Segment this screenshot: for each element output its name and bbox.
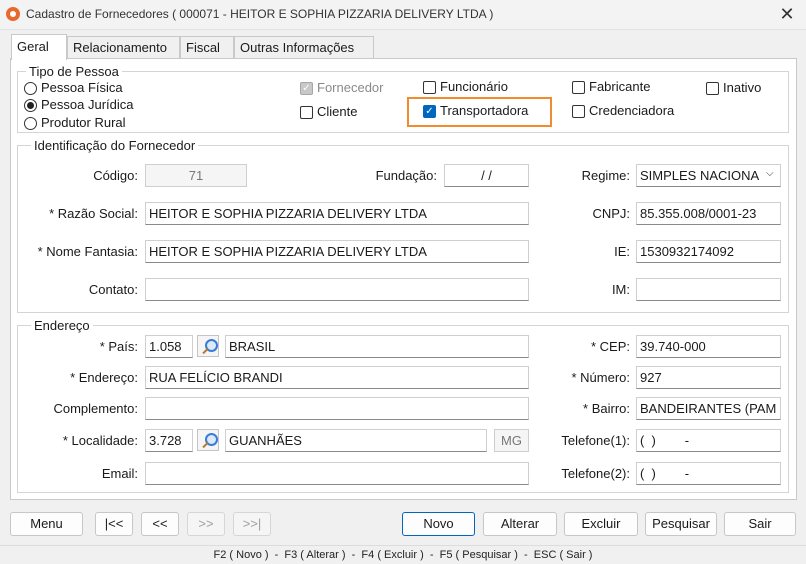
bairro-field[interactable]: BANDEIRANTES (PAM — [636, 397, 781, 420]
pessoa-fisica-radio[interactable] — [24, 82, 37, 95]
inativo-label[interactable]: Inativo — [723, 80, 761, 95]
sair-button[interactable]: Sair — [724, 512, 796, 536]
funcionario-checkbox[interactable] — [423, 81, 436, 94]
close-window-button[interactable]: ✕ — [772, 2, 802, 26]
credenciadora-label[interactable]: Credenciadora — [589, 103, 674, 118]
pessoa-juridica-radio[interactable] — [24, 99, 37, 112]
pessoa-juridica-label[interactable]: Pessoa Jurídica — [41, 97, 134, 112]
shortcut-status-bar: F2 ( Novo ) - F3 ( Alterar ) - F4 ( Excl… — [0, 545, 806, 564]
cliente-checkbox[interactable] — [300, 106, 313, 119]
numero-label: * Número: — [571, 370, 630, 385]
nome-fantasia-label: * Nome Fantasia: — [37, 244, 138, 259]
bairro-label: * Bairro: — [583, 401, 630, 416]
next-record-button[interactable]: >> — [187, 512, 225, 536]
endereco-legend: Endereço — [31, 318, 93, 333]
pais-search-icon[interactable] — [197, 335, 219, 357]
tab-geral[interactable]: Geral — [11, 34, 67, 60]
produtor-rural-radio[interactable] — [24, 117, 37, 130]
produtor-rural-label[interactable]: Produtor Rural — [41, 115, 126, 130]
window-title: Cadastro de Fornecedores ( 000071 - HEIT… — [26, 7, 494, 21]
contato-field[interactable] — [145, 278, 529, 301]
funcionario-label[interactable]: Funcionário — [440, 79, 508, 94]
first-record-button[interactable]: |<< — [95, 512, 133, 536]
email-label: Email: — [101, 466, 138, 481]
fornecedor-checkbox: ✓ — [300, 82, 313, 95]
pesquisar-button[interactable]: Pesquisar — [645, 512, 717, 536]
complemento-label: Complemento: — [53, 401, 138, 416]
localidade-label: * Localidade: — [62, 433, 138, 448]
razao-social-field[interactable]: HEITOR E SOPHIA PIZZARIA DELIVERY LTDA — [145, 202, 529, 225]
identificacao-legend: Identificação do Fornecedor — [31, 138, 199, 153]
tipo-pessoa-legend: Tipo de Pessoa — [26, 64, 122, 79]
transportadora-checkbox[interactable]: ✓ — [423, 105, 436, 118]
transportadora-label[interactable]: Transportadora — [440, 103, 528, 118]
endereco-label: * Endereço: — [70, 370, 138, 385]
uf-field: MG — [494, 429, 529, 452]
tab-relacionamento[interactable]: Relacionamento — [67, 36, 180, 58]
cep-label: * CEP: — [590, 339, 630, 354]
menu-button[interactable]: Menu — [10, 512, 83, 536]
novo-button[interactable]: Novo — [402, 512, 475, 536]
tab-outras-informacoes[interactable]: Outras Informações — [234, 36, 374, 58]
numero-field[interactable]: 927 — [636, 366, 781, 389]
contato-label: Contato: — [88, 282, 138, 297]
telefone2-label: Telefone(2): — [561, 466, 630, 481]
tab-fiscal[interactable]: Fiscal — [180, 36, 234, 58]
telefone1-label: Telefone(1): — [561, 433, 630, 448]
pais-code-field[interactable]: 1.058 — [145, 335, 193, 358]
codigo-label: Código: — [93, 168, 138, 183]
ie-label: IE: — [614, 244, 630, 259]
fabricante-label[interactable]: Fabricante — [589, 79, 650, 94]
pessoa-fisica-label[interactable]: Pessoa Física — [41, 80, 123, 95]
telefone2-field[interactable]: ( ) - — [636, 462, 781, 485]
regime-select[interactable]: SIMPLES NACIONA — [636, 164, 781, 187]
fundacao-field[interactable]: / / — [444, 164, 529, 187]
ie-field[interactable]: 1530932174092 — [636, 240, 781, 263]
cliente-label[interactable]: Cliente — [317, 104, 357, 119]
pais-name-field: BRASIL — [225, 335, 529, 358]
complemento-field[interactable] — [145, 397, 529, 420]
fornecedor-label: Fornecedor — [317, 80, 384, 95]
credenciadora-checkbox[interactable] — [572, 105, 585, 118]
im-field[interactable] — [636, 278, 781, 301]
chevron-down-icon[interactable]: ⌵ — [766, 168, 774, 179]
pais-label: * País: — [99, 339, 138, 354]
last-record-button[interactable]: >>| — [233, 512, 271, 536]
endereco-field[interactable]: RUA FELÍCIO BRANDI — [145, 366, 529, 389]
im-label: IM: — [611, 282, 630, 297]
telefone1-field[interactable]: ( ) - — [636, 429, 781, 452]
localidade-code-field[interactable]: 3.728 — [145, 429, 193, 452]
fabricante-checkbox[interactable] — [572, 81, 585, 94]
cnpj-label: CNPJ: — [592, 206, 630, 221]
codigo-field: 71 — [145, 164, 247, 187]
fundacao-label: Fundação: — [375, 168, 437, 183]
nome-fantasia-field[interactable]: HEITOR E SOPHIA PIZZARIA DELIVERY LTDA — [145, 240, 529, 263]
inativo-checkbox[interactable] — [706, 82, 719, 95]
previous-record-button[interactable]: << — [141, 512, 179, 536]
cnpj-field[interactable]: 85.355.008/0001-23 — [636, 202, 781, 225]
razao-social-label: * Razão Social: — [49, 206, 138, 221]
excluir-button[interactable]: Excluir — [564, 512, 638, 536]
localidade-name-field: GUANHÃES — [225, 429, 487, 452]
email-field[interactable] — [145, 462, 529, 485]
app-logo-icon — [6, 7, 20, 21]
cep-field[interactable]: 39.740-000 — [636, 335, 781, 358]
regime-label: Regime: — [581, 168, 630, 183]
alterar-button[interactable]: Alterar — [483, 512, 557, 536]
localidade-search-icon[interactable] — [197, 429, 219, 451]
